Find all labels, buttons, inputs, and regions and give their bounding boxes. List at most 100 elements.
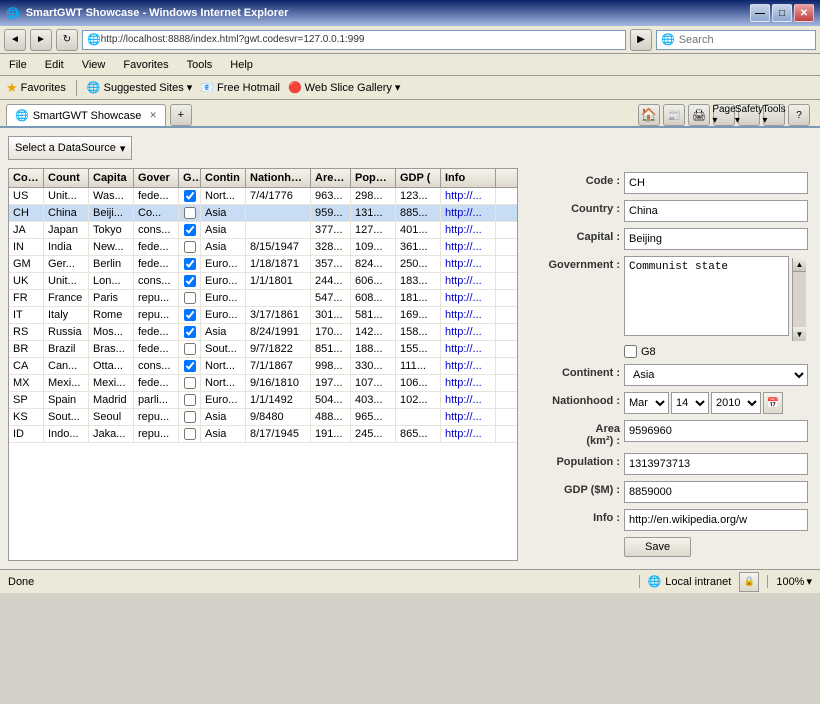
suggested-sites[interactable]: 🌐 Suggested Sites ▾ — [87, 81, 192, 94]
g8-checkbox[interactable] — [624, 345, 637, 358]
g8-checkbox-10[interactable] — [184, 360, 196, 372]
table-row[interactable]: JAJapanTokyocons...Asia377...127...401..… — [9, 222, 517, 239]
minimize-button[interactable]: — — [750, 4, 770, 22]
menu-view[interactable]: View — [79, 58, 109, 72]
table-row[interactable]: FRFranceParisrepu...Euro...547...608...1… — [9, 290, 517, 307]
table-row[interactable]: MXMexi...Mexi...fede...Nort...9/16/18101… — [9, 375, 517, 392]
maximize-button[interactable]: □ — [772, 4, 792, 22]
grid-col-gdp[interactable]: GDP ( — [396, 169, 441, 187]
close-button[interactable]: ✕ — [794, 4, 814, 22]
table-row[interactable]: CACan...Otta...cons...Nort...7/1/1867998… — [9, 358, 517, 375]
new-tab-button[interactable]: + — [170, 104, 192, 126]
tools-label: Tools ▾ — [762, 104, 785, 126]
grid-col-popul[interactable]: Popula — [351, 169, 396, 187]
grid-col-count[interactable]: Count — [44, 169, 89, 187]
textarea-scroll-up[interactable]: ▲ — [793, 258, 806, 272]
table-row[interactable]: USUnit...Was...fede...Nort...7/4/1776963… — [9, 188, 517, 205]
g8-checkbox-6[interactable] — [184, 292, 196, 304]
grid-col-info[interactable]: Info — [441, 169, 496, 187]
grid-col-nation[interactable]: Nationhood — [246, 169, 311, 187]
save-button[interactable]: Save — [624, 537, 691, 557]
window-title-left: 🌐 SmartGWT Showcase - Windows Internet E… — [6, 7, 288, 20]
table-row[interactable]: BRBrazilBras...fede...Sout...9/7/1822851… — [9, 341, 517, 358]
content-area: CodeCountCapitaGoverG8ContinNationhoodAr… — [8, 168, 812, 561]
safety-button[interactable]: Safety ▾ — [738, 104, 760, 126]
status-right: 🌐 Local intranet 🔒 100% ▾ — [639, 572, 812, 592]
free-hotmail[interactable]: 📧 Free Hotmail — [200, 81, 280, 94]
table-row[interactable]: GMGer...Berlinfede...Euro...1/18/1871357… — [9, 256, 517, 273]
g8-checkbox-7[interactable] — [184, 309, 196, 321]
capital-field[interactable] — [624, 228, 808, 250]
zoom-text: 100% — [776, 576, 804, 588]
home-button[interactable]: 🏠 — [638, 104, 660, 126]
government-field[interactable] — [624, 256, 789, 336]
fav-divider-1 — [76, 80, 77, 96]
menu-file[interactable]: File — [6, 58, 30, 72]
g8-checkbox-14[interactable] — [184, 428, 196, 440]
month-select[interactable]: JanFebMarAprMayJunJulAugSepOctNovDec — [624, 392, 669, 414]
hotmail-icon: 📧 — [200, 81, 214, 94]
menu-edit[interactable]: Edit — [42, 58, 67, 72]
area-row: Area (km²) : — [530, 420, 808, 447]
search-input[interactable] — [679, 34, 820, 46]
g8-checkbox-4[interactable] — [184, 258, 196, 270]
g8-checkbox-1[interactable] — [184, 207, 196, 219]
zone-text: Local intranet — [665, 576, 731, 588]
table-row[interactable]: CHChinaBeiji...Co...Asia959...131...885.… — [9, 205, 517, 222]
gdp-field[interactable] — [624, 481, 808, 503]
date-picker-button[interactable]: 📅 — [763, 392, 783, 414]
address-field[interactable]: 🌐 http://localhost:8888/index.html?gwt.c… — [82, 30, 626, 50]
forward-button[interactable]: ► — [30, 29, 52, 51]
active-tab[interactable]: 🌐 SmartGWT Showcase ✕ — [6, 104, 166, 126]
continent-select[interactable]: AfricaAntarcticaAsiaEuropeNorth AmericaO… — [624, 364, 808, 386]
grid-col-area[interactable]: Area ( — [311, 169, 351, 187]
g8-checkbox-13[interactable] — [184, 411, 196, 423]
go-button[interactable]: ▶ — [630, 29, 652, 51]
print-button[interactable]: 🖨 — [688, 104, 710, 126]
info-field[interactable] — [624, 509, 808, 531]
menu-favorites[interactable]: Favorites — [120, 58, 171, 72]
g8-checkbox-8[interactable] — [184, 326, 196, 338]
grid-col-capital[interactable]: Capita — [89, 169, 134, 187]
textarea-scroll-down[interactable]: ▼ — [793, 327, 806, 341]
menu-help[interactable]: Help — [227, 58, 256, 72]
g8-checkbox-11[interactable] — [184, 377, 196, 389]
day-select[interactable]: 1234567891011121314151617181920212223242… — [671, 392, 709, 414]
g8-checkbox-3[interactable] — [184, 241, 196, 253]
grid-col-code[interactable]: Code — [9, 169, 44, 187]
rss-button[interactable]: 📰 — [663, 104, 685, 126]
grid-col-contin[interactable]: Contin — [201, 169, 246, 187]
datasource-select[interactable]: Select a DataSource ▾ — [8, 136, 132, 160]
g8-checkbox-12[interactable] — [184, 394, 196, 406]
table-row[interactable]: SPSpainMadridparli...Euro...1/1/1492504.… — [9, 392, 517, 409]
population-field[interactable] — [624, 453, 808, 475]
area-field[interactable] — [624, 420, 808, 442]
g8-checkbox-9[interactable] — [184, 343, 196, 355]
refresh-button[interactable]: ↻ — [56, 29, 78, 51]
webslice-label: Web Slice Gallery — [305, 82, 392, 94]
country-field[interactable] — [624, 200, 808, 222]
web-slice-gallery[interactable]: 🔴 Web Slice Gallery ▾ — [288, 81, 400, 94]
favorites-button[interactable]: ★ Favorites — [6, 80, 66, 96]
table-row[interactable]: RSRussiaMos...fede...Asia8/24/1991170...… — [9, 324, 517, 341]
g8-checkbox-5[interactable] — [184, 275, 196, 287]
back-button[interactable]: ◄ — [4, 29, 26, 51]
tools-button[interactable]: Tools ▾ — [763, 104, 785, 126]
security-lock-button[interactable]: 🔒 — [739, 572, 759, 592]
table-row[interactable]: IDIndo...Jaka...repu...Asia8/17/1945191.… — [9, 426, 517, 443]
continent-row: Continent : AfricaAntarcticaAsiaEuropeNo… — [530, 364, 808, 386]
page-button[interactable]: Page ▾ — [713, 104, 735, 126]
grid-col-govern[interactable]: Gover — [134, 169, 179, 187]
g8-checkbox-2[interactable] — [184, 224, 196, 236]
g8-checkbox-0[interactable] — [184, 190, 196, 202]
table-row[interactable]: UKUnit...Lon...cons...Euro...1/1/1801244… — [9, 273, 517, 290]
year-select[interactable]: 20082009201020112012 — [711, 392, 761, 414]
table-row[interactable]: KSSout...Seoulrepu...Asia9/8480488...965… — [9, 409, 517, 426]
tab-close-icon[interactable]: ✕ — [149, 110, 157, 121]
table-row[interactable]: INIndiaNew...fede...Asia8/15/1947328...1… — [9, 239, 517, 256]
table-row[interactable]: ITItalyRomerepu...Euro...3/17/1861301...… — [9, 307, 517, 324]
grid-col-g8[interactable]: G8 — [179, 169, 201, 187]
code-field[interactable] — [624, 172, 808, 194]
menu-tools[interactable]: Tools — [184, 58, 216, 72]
help-button[interactable]: ? — [788, 104, 810, 126]
